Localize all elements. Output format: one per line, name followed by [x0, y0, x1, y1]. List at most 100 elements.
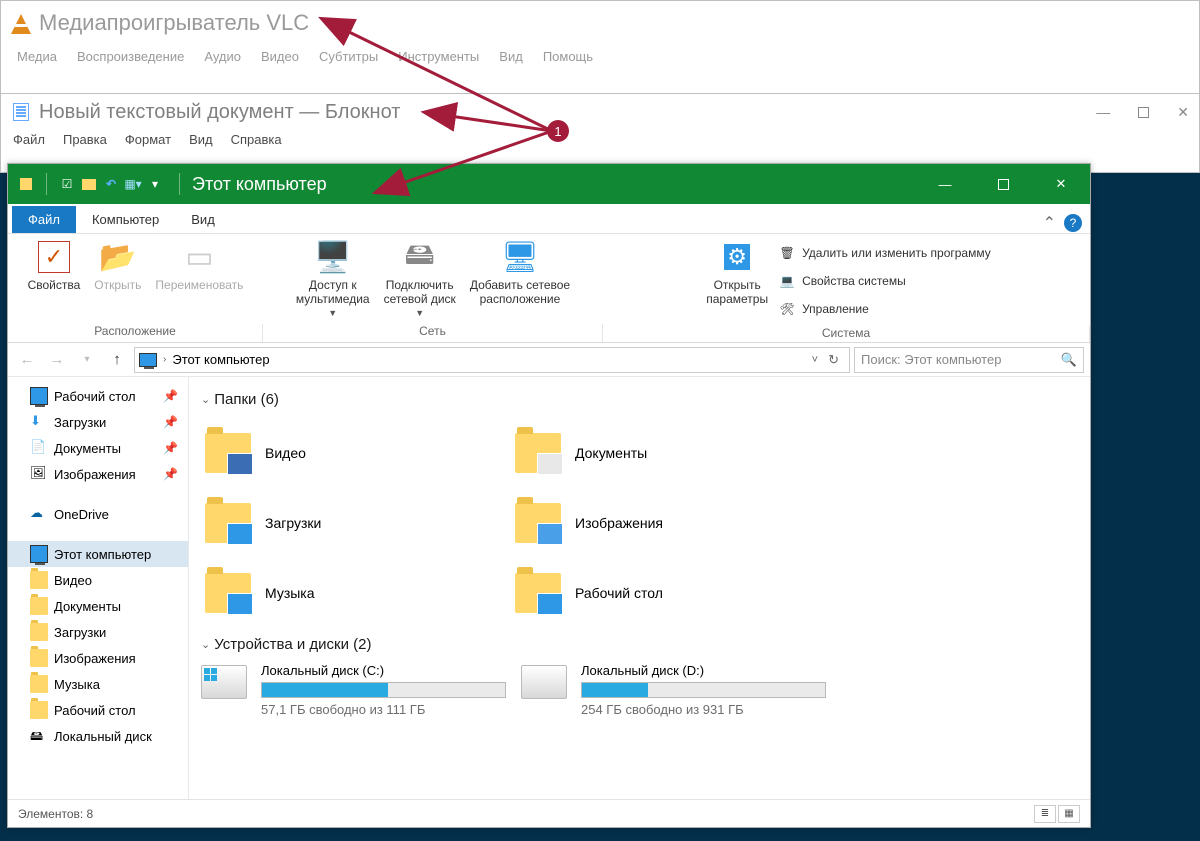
tab-view[interactable]: Вид	[175, 206, 231, 233]
thispc-icon	[30, 545, 48, 563]
folder-icon	[515, 503, 561, 543]
notepad-icon	[13, 103, 29, 121]
pin-icon: 📌	[163, 415, 178, 429]
content-pane[interactable]: ⌄ Папки (6) Видео Документы ЗагрузкиИзобра…	[189, 377, 1090, 799]
nav-back-button[interactable]: ←	[14, 347, 40, 373]
vlc-titlebar[interactable]: Медиапроигрыватель VLC	[1, 1, 1199, 45]
address-bar[interactable]: › Этот компьютер ˅ ↻	[134, 347, 850, 373]
vlc-menu-media[interactable]: Медиа	[17, 49, 57, 64]
notepad-menu-help[interactable]: Справка	[231, 132, 282, 147]
explorer-titlebar[interactable]: ☑ ↶ ▦▾ ▾ Этот компьютер — ✕	[8, 164, 1090, 204]
sidebar-item-thispc[interactable]: Этот компьютер	[8, 541, 188, 567]
sidebar-item-video[interactable]: Видео	[8, 567, 188, 593]
qat-newfolder-icon[interactable]	[81, 176, 97, 192]
ribbon-media-button[interactable]: 🖥️ Доступ к мультимедиа ▼	[292, 240, 374, 318]
drive-item[interactable]: Локальный диск (D:)254 ГБ свободно из 93…	[521, 663, 831, 717]
qat-undo-icon[interactable]: ↶	[103, 176, 119, 192]
ribbon-group-network-label: Сеть	[263, 324, 603, 342]
notepad-menu-file[interactable]: Файл	[13, 132, 45, 147]
ribbon-mapdrive-button[interactable]: 🖴 Подключить сетевой диск ▼	[380, 240, 460, 318]
explorer-maximize-button[interactable]	[974, 164, 1032, 204]
sidebar-item-desktop2[interactable]: Рабочий стол	[8, 697, 188, 723]
quick-access-toolbar: ☑ ↶ ▦▾ ▾	[8, 173, 173, 195]
ribbon-addnetwork-button[interactable]: 🖥 Добавить сетевое расположение	[466, 240, 574, 306]
vlc-menu-playback[interactable]: Воспроизведение	[77, 49, 184, 64]
notepad-close-button[interactable]: ✕	[1177, 104, 1189, 121]
explorer-close-button[interactable]: ✕	[1032, 164, 1090, 204]
folder-item[interactable]: Загрузки	[201, 488, 511, 558]
folder-item[interactable]: Рабочий стол	[511, 558, 821, 628]
search-icon: 🔍	[1061, 352, 1077, 368]
vlc-menu-audio[interactable]: Аудио	[204, 49, 241, 64]
sidebar-item-documents2[interactable]: Документы	[8, 593, 188, 619]
drive-item[interactable]: Локальный диск (C:)57,1 ГБ свободно из 1…	[201, 663, 511, 717]
ribbon: ✓ Свойства 📂 Открыть ▭ Переименовать Рас…	[8, 234, 1090, 343]
sidebar-item-onedrive[interactable]: ☁OneDrive	[8, 501, 188, 527]
tab-file[interactable]: Файл	[12, 206, 76, 233]
address-dropdown-icon[interactable]: ˅	[812, 354, 818, 366]
status-bar: Элементов: 8 ≣ ▦	[8, 799, 1090, 827]
folder-item[interactable]: Изображения	[511, 488, 821, 558]
notepad-titlebar[interactable]: Новый текстовый документ — Блокнот — ✕	[1, 94, 1199, 130]
ribbon-open-button[interactable]: 📂 Открыть	[90, 240, 145, 292]
drive-icon	[201, 665, 247, 699]
onedrive-icon: ☁	[30, 505, 48, 523]
nav-recent-button[interactable]: ▾	[74, 347, 100, 373]
notepad-minimize-button[interactable]: —	[1096, 104, 1110, 121]
drive-free-text: 254 ГБ свободно из 931 ГБ	[581, 702, 831, 717]
sidebar-item-downloads2[interactable]: Загрузки	[8, 619, 188, 645]
vlc-menu-subtitles[interactable]: Субтитры	[319, 49, 378, 64]
folder-item[interactable]: Видео	[201, 418, 511, 488]
navigation-pane[interactable]: Рабочий стол📌 ⬇Загрузки📌 📄Документы📌 🖼Из…	[8, 377, 189, 799]
ribbon-manage-link[interactable]: 🛠 Управление	[778, 298, 991, 320]
qat-properties-icon[interactable]: ☑	[59, 176, 75, 192]
ribbon-sysprops-link[interactable]: 💻 Свойства системы	[778, 270, 991, 292]
folder-item[interactable]: Документы	[511, 418, 821, 488]
notepad-menu-edit[interactable]: Правка	[63, 132, 107, 147]
sidebar-item-pictures2[interactable]: Изображения	[8, 645, 188, 671]
drives-section-header[interactable]: ⌄ Устройства и диски (2)	[201, 636, 1078, 653]
notepad-title-text: Новый текстовый документ — Блокнот	[39, 101, 400, 124]
breadcrumb-chevron-icon[interactable]: ›	[163, 354, 166, 365]
nav-up-button[interactable]: ↑	[104, 347, 130, 373]
folders-section-header[interactable]: ⌄ Папки (6)	[201, 391, 1078, 408]
help-icon[interactable]: ?	[1064, 214, 1082, 232]
desktop-icon	[30, 387, 48, 405]
folder-item[interactable]: Музыка	[201, 558, 511, 628]
ribbon-properties-button[interactable]: ✓ Свойства	[24, 240, 85, 292]
vlc-menu-tools[interactable]: Инструменты	[398, 49, 479, 64]
sidebar-item-desktop[interactable]: Рабочий стол📌	[8, 383, 188, 409]
vlc-menu-video[interactable]: Видео	[261, 49, 299, 64]
qat-customize-icon[interactable]: ▾	[147, 176, 163, 192]
view-details-button[interactable]: ≣	[1034, 805, 1056, 823]
qat-app-icon[interactable]	[18, 176, 34, 192]
notepad-menu-format[interactable]: Формат	[125, 132, 171, 147]
drive-icon	[521, 665, 567, 699]
vlc-menu-view[interactable]: Вид	[499, 49, 523, 64]
ribbon-settings-button[interactable]: ⚙ Открыть параметры	[702, 240, 772, 306]
tab-computer[interactable]: Компьютер	[76, 206, 175, 233]
notepad-menu: Файл Правка Формат Вид Справка	[1, 130, 1199, 147]
pin-icon: 📌	[163, 389, 178, 403]
status-text: Элементов: 8	[18, 807, 93, 821]
ribbon-rename-button[interactable]: ▭ Переименовать	[151, 240, 247, 292]
vlc-menu-help[interactable]: Помощь	[543, 49, 593, 64]
sidebar-item-downloads[interactable]: ⬇Загрузки📌	[8, 409, 188, 435]
sidebar-item-documents[interactable]: 📄Документы📌	[8, 435, 188, 461]
sidebar-item-music[interactable]: Музыка	[8, 671, 188, 697]
refresh-icon[interactable]: ↻	[828, 352, 839, 368]
search-input[interactable]: Поиск: Этот компьютер 🔍	[854, 347, 1084, 373]
sidebar-item-localdisk[interactable]: 🖴Локальный диск	[8, 723, 188, 749]
drives-list: Локальный диск (C:)57,1 ГБ свободно из 1…	[201, 663, 1078, 717]
notepad-menu-view[interactable]: Вид	[189, 132, 213, 147]
ribbon-uninstall-link[interactable]: 🗑 Удалить или изменить программу	[778, 242, 991, 264]
folder-label: Документы	[575, 445, 647, 461]
view-large-button[interactable]: ▦	[1058, 805, 1080, 823]
nav-forward-button[interactable]: →	[44, 347, 70, 373]
ribbon-tabs: Файл Компьютер Вид ⌃ ?	[8, 204, 1090, 234]
sidebar-item-pictures[interactable]: 🖼Изображения📌	[8, 461, 188, 487]
notepad-maximize-button[interactable]	[1138, 104, 1149, 121]
explorer-minimize-button[interactable]: —	[916, 164, 974, 204]
qat-more-icon[interactable]: ▦▾	[125, 176, 141, 192]
ribbon-collapse-icon[interactable]: ⌃	[1043, 213, 1056, 233]
